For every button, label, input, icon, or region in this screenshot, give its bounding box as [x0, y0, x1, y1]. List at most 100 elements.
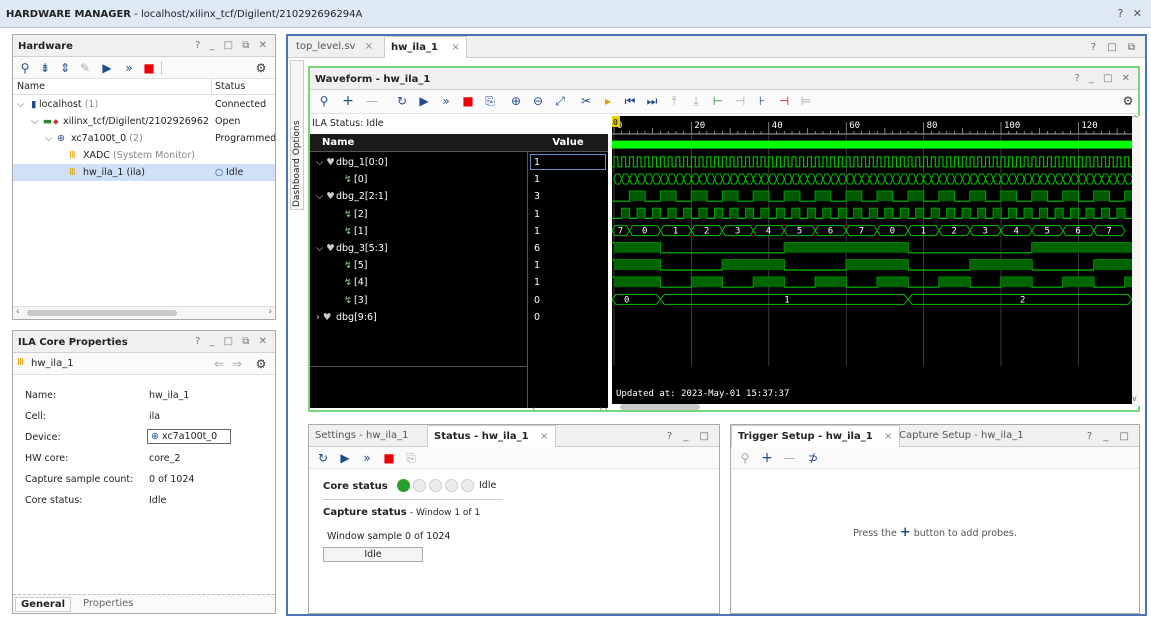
gear-icon[interactable]: ⚙ — [253, 356, 269, 372]
window-controls[interactable]: ? ✕ — [1117, 7, 1145, 20]
marker-icon[interactable]: ▸ — [600, 93, 616, 109]
forward-arrow-icon[interactable]: ⇒ — [229, 356, 245, 372]
signal-row[interactable]: ⌵ ♥ dbg_3[5:3] — [310, 240, 528, 257]
tab-trigger-setup[interactable]: Trigger Setup - hw_ila_1 × — [731, 425, 900, 447]
prop-value: Idle — [149, 495, 167, 506]
chevron-down-icon[interactable]: ⌵ — [31, 113, 38, 130]
tab-status[interactable]: Status - hw_ila_1 × — [427, 425, 556, 447]
edit-icon[interactable]: ✎ — [77, 60, 93, 76]
trigger-condition-icon[interactable]: ⊅ — [805, 450, 821, 466]
signal-row[interactable]: ↯ [2] — [310, 206, 528, 223]
tree-row-target[interactable]: ⌵ ▬ ⬥ xilinx_tcf/Digilent/210292696294A … — [13, 113, 275, 130]
hardware-panel-controls[interactable]: ? _ □ ⧉ ✕ — [195, 40, 270, 51]
close-icon[interactable]: × — [540, 431, 548, 442]
go-to-start-icon[interactable]: ⏮ — [622, 93, 638, 109]
tree-row-localhost[interactable]: ⌵ ▮ localhost (1) Connected — [13, 96, 275, 113]
properties-panel-controls[interactable]: ? _ □ ⧉ ✕ — [195, 336, 270, 347]
scroll-thumb[interactable] — [27, 310, 177, 316]
add-marker-icon[interactable]: ⊢ — [710, 93, 726, 109]
signal-row[interactable]: ↯ [5] — [310, 257, 528, 274]
tab-properties[interactable]: Properties — [83, 598, 134, 609]
waveform-panel-controls[interactable]: ? _ □ ✕ — [1074, 73, 1133, 84]
high-fill — [753, 277, 785, 288]
next-transition-icon[interactable]: ⤓ — [688, 93, 704, 109]
expand-all-icon[interactable]: ⇕ — [57, 60, 73, 76]
chevron-down-icon[interactable]: ⌵ — [17, 96, 24, 113]
signal-name: [2] — [354, 208, 368, 220]
signal-row[interactable]: ⌵ ♥ dbg_1[0:0] — [310, 154, 528, 171]
copy-icon[interactable]: ⎘ — [403, 450, 419, 466]
chevron-down-icon[interactable]: ⌵ — [45, 130, 52, 147]
tab-general[interactable]: General — [15, 597, 71, 612]
editor-controls[interactable]: ? □ ⧉ — [1091, 42, 1139, 53]
search-icon[interactable]: ⚲ — [737, 450, 753, 466]
trigger-panel-controls[interactable]: ? _ □ — [1087, 431, 1133, 442]
title-bold: HARDWARE MANAGER — [6, 9, 131, 20]
tab-settings[interactable]: Settings - hw_ila_1 — [309, 425, 415, 447]
export-icon[interactable]: ⎘ — [482, 93, 498, 109]
name-hscroll[interactable]: ‹ › ‹ — [530, 404, 610, 414]
add-icon[interactable]: + — [340, 93, 356, 109]
remove-icon[interactable]: — — [781, 450, 797, 466]
stop-icon[interactable]: ■ — [141, 60, 157, 76]
high-fill — [730, 208, 738, 219]
status-panel-controls[interactable]: ? _ □ — [667, 431, 713, 442]
swap-cursors-icon[interactable]: ⊣ — [732, 93, 748, 109]
hardware-hscrollbar[interactable]: ‹ › — [13, 306, 275, 319]
run-immediate-icon[interactable]: » — [438, 93, 454, 109]
waveform-vscrollbar[interactable]: ^ v — [1132, 114, 1140, 406]
core-status-label: Core status — [323, 481, 388, 492]
tree-row-ila[interactable]: Ⅲ hw_ila_1 (ila) ○ Idle — [13, 164, 275, 181]
prop-value: 0 of 1024 — [149, 474, 195, 485]
signal-row[interactable]: ↯ [4] — [310, 274, 528, 291]
tab-capture-setup[interactable]: Capture Setup - hw_ila_1 — [893, 425, 1030, 447]
signal-row[interactable]: ↯ [1] — [310, 223, 528, 240]
run-trigger-icon[interactable]: ▶ — [99, 60, 115, 76]
auto-retrigger-icon[interactable]: ↻ — [394, 93, 410, 109]
search-icon[interactable]: ⚲ — [17, 60, 33, 76]
bit-icon: ↯ — [344, 260, 352, 272]
run-immediate-icon[interactable]: » — [121, 60, 137, 76]
zoom-out-icon[interactable]: ⊖ — [530, 93, 546, 109]
signal-list: ILA Status: Idle Name ⌵ ♥ dbg_1[0:0] ↯ [0] ⌵… — [310, 116, 610, 408]
signal-row[interactable]: ↯ [0] — [310, 171, 528, 188]
gear-icon[interactable]: ⚙ — [1120, 93, 1136, 109]
expand-range-icon[interactable]: ⊨ — [798, 93, 814, 109]
waveform-hscroll-thumb[interactable] — [620, 404, 700, 410]
search-icon[interactable]: ⚲ — [316, 93, 332, 109]
waveform-canvas[interactable]: 020406080100120070123456701234567012Upda… — [612, 116, 1132, 404]
device-link[interactable]: ⊕ xc7a100t_0 — [147, 429, 231, 444]
close-icon[interactable]: × — [884, 431, 892, 442]
zoom-in-icon[interactable]: ⊕ — [508, 93, 524, 109]
dashboard-options-tab[interactable]: Dashboard Options — [290, 60, 304, 210]
snap-icon[interactable]: ⊦ — [754, 93, 770, 109]
add-icon[interactable]: + — [759, 450, 775, 466]
stop-icon[interactable]: ■ — [381, 450, 397, 466]
tab-hw-ila[interactable]: hw_ila_1 × — [384, 36, 467, 58]
close-icon[interactable]: × — [365, 41, 373, 52]
auto-retrigger-icon[interactable]: ↻ — [315, 450, 331, 466]
tree-label: XADC — [83, 150, 110, 161]
run-trigger-icon[interactable]: ▶ — [337, 450, 353, 466]
go-to-end-icon[interactable]: ⏭ — [644, 93, 660, 109]
cut-icon[interactable]: ✂ — [578, 93, 594, 109]
delete-marker-icon[interactable]: ⊣ — [776, 93, 792, 109]
idle-progress-button[interactable]: Idle — [323, 547, 423, 562]
remove-icon[interactable]: — — [364, 93, 380, 109]
collapse-all-icon[interactable]: ⇟ — [37, 60, 53, 76]
run-trigger-icon[interactable]: ▶ — [416, 93, 432, 109]
signal-row[interactable]: ↯ [3] — [310, 292, 528, 309]
tab-top-level[interactable]: top_level.sv × — [290, 36, 379, 58]
signal-row[interactable]: › ♥ dbg[9:6] — [310, 309, 528, 326]
stop-icon[interactable]: ■ — [460, 93, 476, 109]
tree-row-xadc[interactable]: Ⅲ XADC (System Monitor) — [13, 147, 275, 164]
zoom-fit-icon[interactable]: ⤢ — [552, 93, 568, 109]
run-immediate-icon[interactable]: » — [359, 450, 375, 466]
prev-transition-icon[interactable]: ⤒ — [666, 93, 682, 109]
core-status-value: Idle — [479, 480, 497, 491]
gear-icon[interactable]: ⚙ — [253, 60, 269, 76]
back-arrow-icon[interactable]: ⇐ — [211, 356, 227, 372]
close-icon[interactable]: × — [451, 42, 459, 53]
tree-row-device[interactable]: ⌵ ⊕ xc7a100t_0 (2) Programmed — [13, 130, 275, 147]
signal-row[interactable]: ⌵ ♥ dbg_2[2:1] — [310, 188, 528, 205]
